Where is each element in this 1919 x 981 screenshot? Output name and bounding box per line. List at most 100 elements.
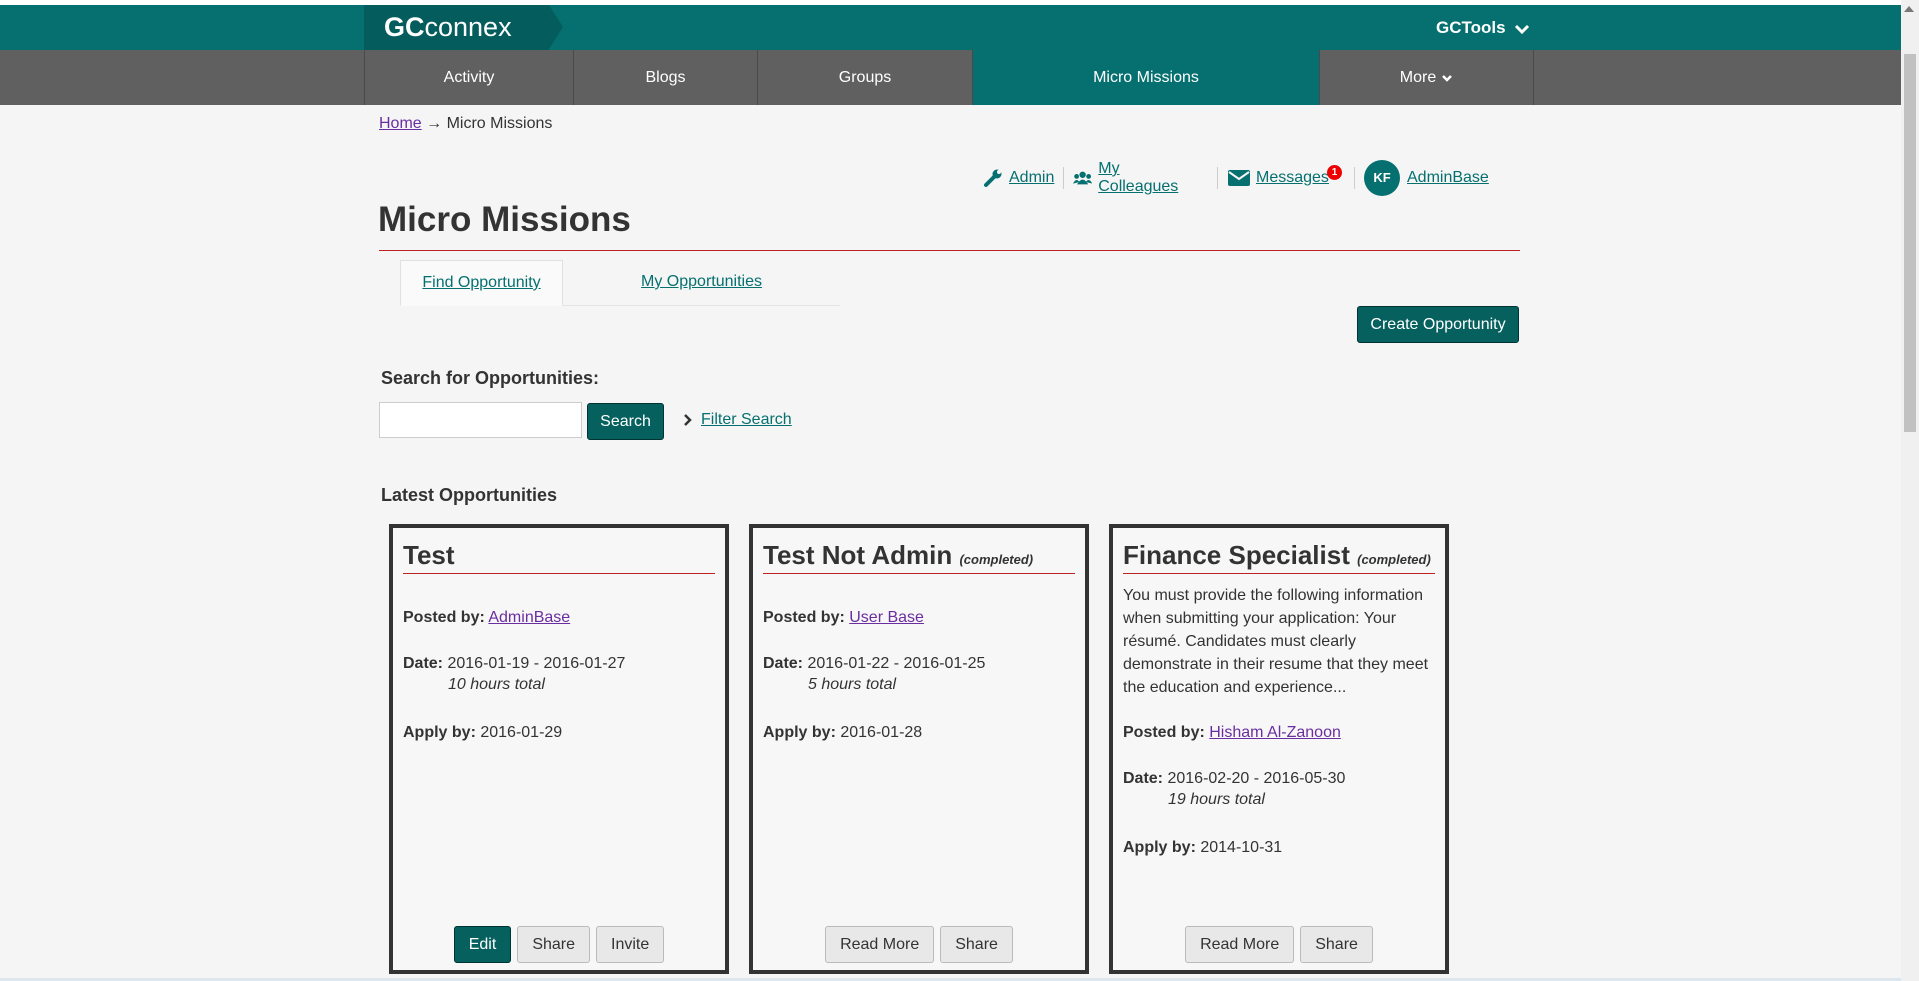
card-title-text: Test Not Admin — [763, 540, 953, 570]
posted-by-label: Posted by: — [763, 609, 845, 626]
breadcrumb-current: Micro Missions — [446, 115, 553, 132]
messages-label[interactable]: Messages — [1256, 169, 1329, 187]
card-status: (completed) — [959, 552, 1034, 567]
apply-by-value: 2016-01-29 — [480, 724, 563, 741]
colleagues-label[interactable]: My Colleagues — [1098, 160, 1183, 196]
chevron-down-icon — [1515, 24, 1530, 34]
profile-link[interactable]: AdminBase — [1407, 160, 1489, 196]
posted-by-row: Posted by: Hisham Al-Zanoon — [1123, 721, 1341, 744]
gctools-label: GCTools — [1436, 18, 1506, 37]
apply-by-value: 2016-01-28 — [840, 724, 923, 741]
date-row: Date: 2016-02-20 - 2016-05-30 — [1123, 767, 1345, 790]
share-button[interactable]: Share — [517, 926, 591, 963]
search-input[interactable] — [379, 402, 582, 438]
nav-blogs[interactable]: Blogs — [573, 50, 757, 105]
nav-label: More — [1399, 69, 1437, 86]
menu-divider — [1063, 167, 1064, 189]
date-label: Date: — [403, 655, 444, 672]
date-row: Date: 2016-01-22 - 2016-01-25 — [763, 652, 985, 675]
main-nav: Activity Blogs Groups Micro Missions Mor… — [0, 50, 1901, 105]
tab-label[interactable]: Find Opportunity — [422, 274, 540, 291]
username-label[interactable]: AdminBase — [1407, 169, 1489, 187]
date-label: Date: — [763, 655, 804, 672]
wrench-icon — [984, 169, 1002, 187]
hours-total: 19 hours total — [1168, 791, 1265, 808]
chevron-right-icon — [684, 414, 692, 426]
read-more-button[interactable]: Read More — [1185, 926, 1295, 963]
create-opportunity-button[interactable]: Create Opportunity — [1357, 306, 1519, 343]
nav-label: Micro Missions — [1093, 69, 1199, 86]
apply-by-row: Apply by: 2016-01-28 — [763, 721, 922, 744]
card-description: You must provide the following informati… — [1123, 587, 1429, 696]
posted-by-label: Posted by: — [403, 609, 485, 626]
filter-search-toggle[interactable]: Filter Search — [683, 411, 792, 429]
gctools-menu[interactable]: GCTools — [1436, 5, 1530, 50]
date-row: Date: 2016-01-19 - 2016-01-27 — [403, 652, 625, 675]
messages-link[interactable]: Messages — [1228, 160, 1329, 196]
card-title[interactable]: Test Not Admin (completed) — [763, 540, 1075, 574]
tab-label[interactable]: My Opportunities — [641, 273, 762, 290]
chevron-down-icon — [1442, 74, 1453, 82]
nav-more[interactable]: More — [1319, 50, 1533, 105]
apply-by-value: 2014-10-31 — [1200, 839, 1283, 856]
apply-by-label: Apply by: — [1123, 839, 1196, 856]
hours-total: 10 hours total — [448, 676, 545, 693]
posted-by-label: Posted by: — [1123, 724, 1205, 741]
title-divider — [379, 250, 1520, 251]
nav-label: Activity — [443, 69, 495, 86]
invite-button[interactable]: Invite — [596, 926, 665, 963]
arrow-right-icon: → — [426, 115, 443, 132]
edit-button[interactable]: Edit — [453, 926, 512, 963]
top-bar: GCconnex GCTools — [0, 5, 1901, 50]
scrollbar-thumb[interactable] — [1904, 54, 1916, 432]
nav-activity[interactable]: Activity — [364, 50, 573, 105]
share-button[interactable]: Share — [940, 926, 1013, 963]
tab-bar: Find Opportunity My Opportunities — [400, 260, 840, 306]
apply-by-label: Apply by: — [403, 724, 476, 741]
nav-micro-missions[interactable]: Micro Missions — [972, 50, 1319, 105]
posted-by-row: Posted by: User Base — [763, 606, 924, 629]
read-more-button[interactable]: Read More — [825, 926, 935, 963]
breadcrumb: Home → Micro Missions — [379, 115, 552, 133]
posted-by-link[interactable]: AdminBase — [488, 609, 570, 626]
filter-search-link[interactable]: Filter Search — [701, 411, 792, 429]
gcconnex-logo[interactable]: GCconnex — [364, 5, 549, 50]
hours-total: 5 hours total — [808, 676, 897, 693]
card-status: (completed) — [1357, 552, 1431, 567]
menu-divider — [1217, 167, 1218, 189]
nav-groups[interactable]: Groups — [757, 50, 972, 105]
admin-link[interactable]: Admin — [983, 160, 1054, 196]
users-icon — [1073, 171, 1093, 185]
tab-my-opportunities[interactable]: My Opportunities — [563, 260, 840, 304]
breadcrumb-home[interactable]: Home — [379, 115, 422, 132]
scroll-up-arrow-icon[interactable] — [1904, 6, 1914, 12]
share-button[interactable]: Share — [1300, 926, 1373, 963]
avatar[interactable]: KF — [1364, 160, 1400, 196]
card-title-text: Test — [403, 540, 455, 570]
date-value: 2016-01-22 - 2016-01-25 — [807, 655, 986, 672]
logo-arrow — [549, 5, 563, 49]
card-title-text: Finance Specialist — [1123, 540, 1350, 570]
logo-connex-text: connex — [424, 12, 512, 42]
latest-opportunities-heading: Latest Opportunities — [381, 485, 558, 505]
card-actions: Read More Share — [1113, 926, 1445, 963]
opportunity-card: Finance Specialist (completed) You must … — [1109, 524, 1449, 974]
nav-label: Blogs — [645, 69, 686, 86]
opportunity-card: Test Not Admin (completed) Posted by: Us… — [749, 524, 1089, 974]
menu-divider — [1354, 167, 1355, 189]
date-label: Date: — [1123, 770, 1164, 787]
card-actions: Read More Share — [753, 926, 1085, 963]
envelope-icon — [1228, 170, 1250, 186]
nav-divider — [1533, 50, 1534, 105]
admin-label[interactable]: Admin — [1009, 169, 1054, 187]
card-title[interactable]: Finance Specialist (completed) — [1123, 540, 1435, 574]
posted-by-link[interactable]: User Base — [849, 609, 924, 626]
tab-find-opportunity[interactable]: Find Opportunity — [400, 260, 563, 306]
posted-by-link[interactable]: Hisham Al-Zanoon — [1209, 724, 1341, 741]
page-title: Micro Missions — [378, 200, 631, 239]
search-button[interactable]: Search — [587, 403, 664, 440]
card-title[interactable]: Test — [403, 540, 715, 574]
colleagues-link[interactable]: My Colleagues — [1073, 160, 1183, 196]
date-value: 2016-01-19 - 2016-01-27 — [447, 655, 626, 672]
posted-by-row: Posted by: AdminBase — [403, 606, 570, 629]
